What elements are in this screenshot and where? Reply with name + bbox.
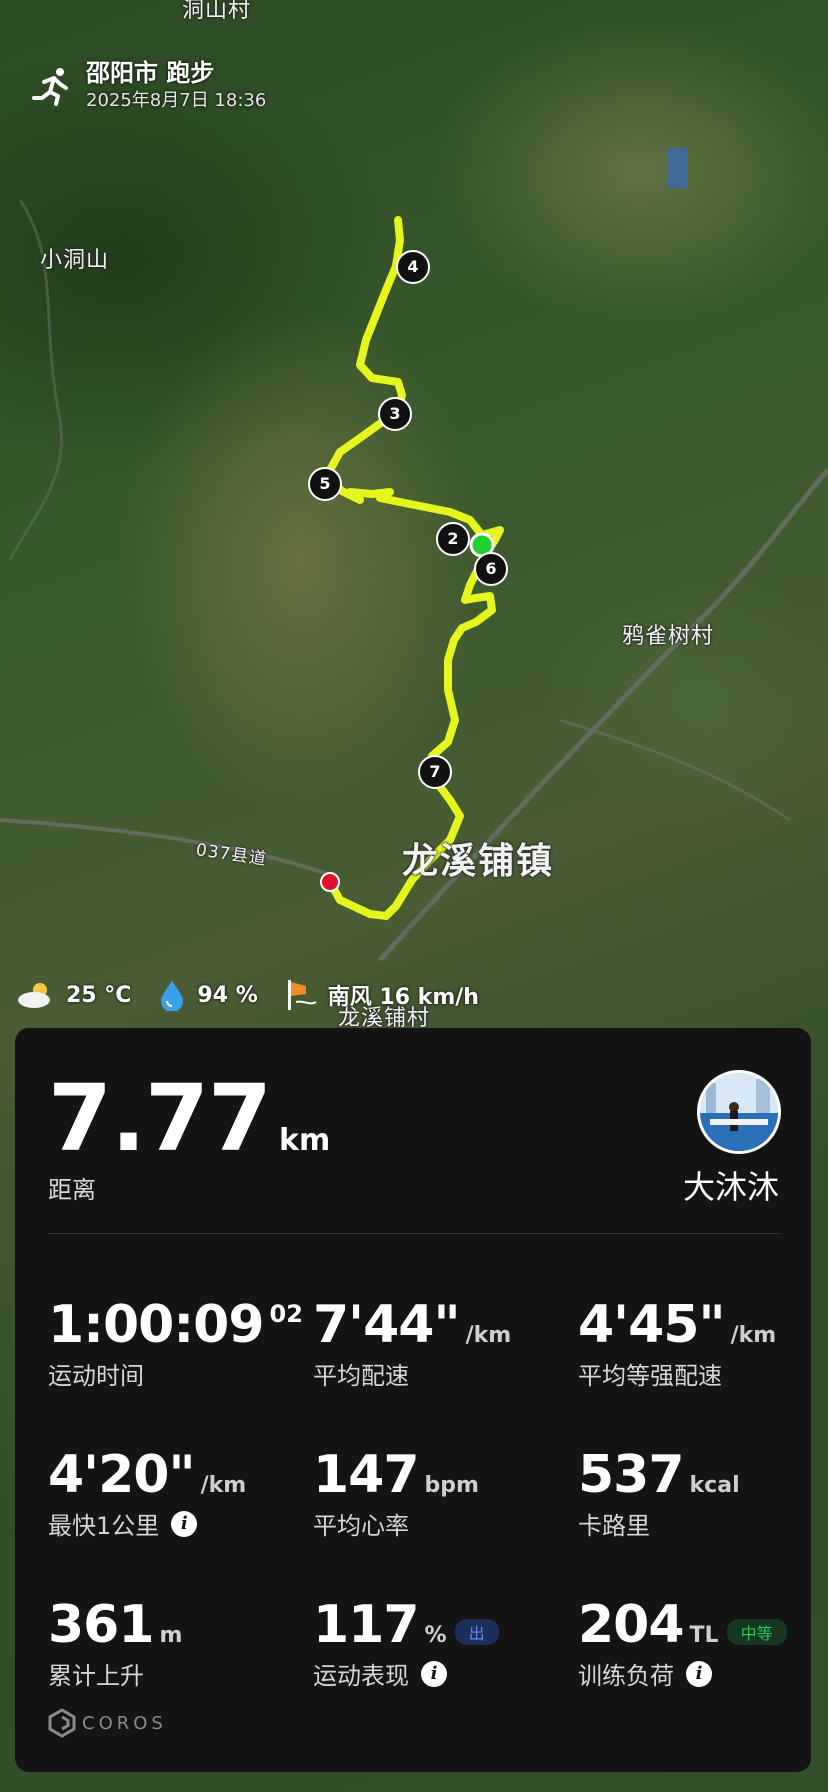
stat-duration: 1:00:09 02 运动时间 — [48, 1296, 303, 1391]
ascent-label: 累计上升 — [48, 1662, 144, 1690]
performance-info-icon[interactable]: i — [421, 1660, 447, 1687]
coros-logo-text: COROS — [82, 1712, 167, 1734]
grade-pace-label: 平均等强配速 — [578, 1362, 722, 1390]
ascent-value: 361 — [48, 1595, 155, 1655]
grade-pace-unit: /km — [730, 1323, 777, 1348]
km-marker-4[interactable]: 4 — [396, 250, 430, 284]
map-label-town: 龙溪铺镇 — [402, 841, 555, 882]
username: 大沐沐 — [682, 1168, 779, 1206]
stat-training-load: 204 TL 中等 训练负荷 i — [578, 1596, 787, 1691]
fastest-km-value: 4'20" — [48, 1445, 196, 1505]
km-marker-3[interactable]: 3 — [378, 397, 412, 431]
stat-calories: 537 kcal 卡路里 — [578, 1446, 740, 1541]
activity-title: 邵阳市 跑步 — [86, 59, 215, 87]
km-marker-6[interactable]: 6 — [474, 552, 508, 586]
distance-value: 7.77 — [48, 1065, 272, 1172]
distance-label: 距离 — [48, 1176, 96, 1204]
temperature: 25 °C — [66, 982, 132, 1008]
avg-hr-label: 平均心率 — [313, 1512, 409, 1540]
distance: 7.77 km — [48, 1073, 331, 1165]
stat-fastest-km: 4'20"/km 最快1公里 i — [48, 1446, 246, 1541]
coros-logo-icon — [48, 1708, 76, 1738]
ascent-unit: m — [159, 1623, 183, 1648]
avg-pace-unit: /km — [465, 1323, 512, 1348]
fastest-km-unit: /km — [200, 1473, 247, 1498]
coros-logo: COROS — [48, 1708, 167, 1738]
training-load-badge: 中等 — [726, 1618, 787, 1645]
duration-value: 1:00:09 — [48, 1295, 264, 1355]
activity-datetime: 2025年8月7日 18:36 — [86, 90, 267, 111]
duration-label: 运动时间 — [48, 1362, 144, 1390]
stat-grade-pace: 4'45"/km 平均等强配速 — [578, 1296, 776, 1391]
fastest-km-label: 最快1公里 — [48, 1512, 160, 1540]
wind: 南风 16 km/h — [327, 985, 479, 1010]
km-marker-2[interactable]: 2 — [436, 522, 470, 556]
humidity: 94 % — [197, 982, 258, 1008]
calories-label: 卡路里 — [578, 1512, 650, 1540]
km-marker-5[interactable]: 5 — [308, 467, 342, 501]
activity-header: 邵阳市 跑步 2025年8月7日 18:36 — [30, 58, 266, 114]
avg-pace-label: 平均配速 — [313, 1362, 409, 1390]
stat-avg-pace: 7'44"/km 平均配速 — [313, 1296, 511, 1391]
partly-cloudy-icon — [18, 983, 50, 1008]
avatar-image — [700, 1073, 778, 1151]
performance-value: 117 — [313, 1595, 420, 1655]
fastest-km-info-icon[interactable]: i — [171, 1510, 198, 1537]
grade-pace-value: 4'45" — [578, 1295, 726, 1355]
training-load-value: 204 — [578, 1595, 685, 1655]
training-load-info-icon[interactable]: i — [686, 1660, 712, 1687]
map-label-north: 洞山村 — [182, 0, 252, 23]
avg-pace-value: 7'44" — [313, 1295, 461, 1355]
performance-unit: % — [424, 1623, 447, 1648]
avg-hr-value: 147 — [313, 1445, 420, 1505]
performance-label: 运动表现 — [313, 1662, 409, 1690]
divider — [48, 1233, 779, 1234]
stat-avg-hr: 147 bpm 平均心率 — [313, 1446, 479, 1541]
map-label-yaqueshu: 鸦雀树村 — [622, 624, 715, 649]
duration-fraction: 02 — [269, 1300, 303, 1328]
humidity-icon — [161, 981, 184, 1011]
training-load-unit: TL — [689, 1623, 719, 1648]
calories-value: 537 — [578, 1445, 685, 1505]
stats-card: 7.77 km 距离 大沐沐 1:00:09 02 运动时间 7'44"/km 平均… — [15, 1028, 811, 1772]
running-icon — [32, 68, 68, 106]
performance-badge: 出 — [454, 1618, 499, 1645]
weather-bar: 25 °C 94 % 南风 16 km/h — [16, 978, 505, 1012]
end-marker — [320, 872, 340, 892]
stat-performance: 117% 出 运动表现 i — [313, 1596, 499, 1691]
map-label-xiaodongshan: 小洞山 — [40, 248, 110, 273]
calories-unit: kcal — [689, 1473, 740, 1498]
training-load-label: 训练负荷 — [578, 1662, 674, 1690]
km-marker-7[interactable]: 7 — [418, 755, 452, 789]
distance-unit: km — [279, 1123, 331, 1158]
wind-icon — [287, 980, 317, 1010]
avg-hr-unit: bpm — [424, 1473, 479, 1498]
avatar[interactable] — [697, 1070, 781, 1154]
stat-ascent: 361 m 累计上升 — [48, 1596, 182, 1691]
